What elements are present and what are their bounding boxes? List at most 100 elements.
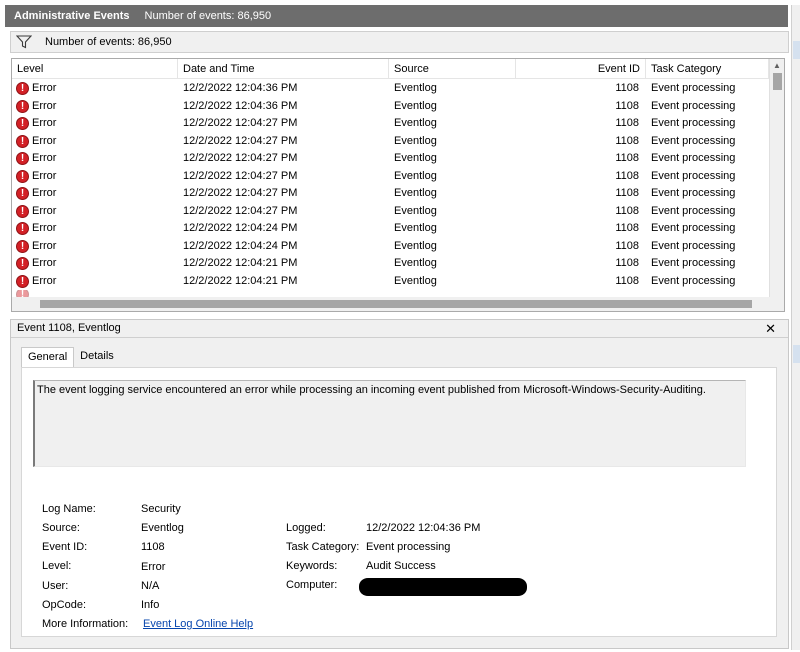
table-row[interactable]: ! Error 12/2/2022 12:04:27 PM Eventlog 1108 E… — [12, 150, 769, 168]
vertical-scroll-thumb[interactable] — [773, 73, 782, 90]
column-header-date[interactable]: Date and Time — [178, 59, 389, 79]
table-row[interactable]: ! Error 12/2/2022 12:04:27 PM Eventlog 1108 E… — [12, 185, 769, 203]
cell-level: ! Error — [12, 80, 178, 98]
cell-event-id-text: 1108 — [615, 134, 639, 147]
actions-pane-header — [793, 345, 800, 363]
column-header-task-category[interactable]: Task Category — [646, 59, 769, 79]
cell-level: ! Error — [12, 220, 178, 238]
scroll-up-icon[interactable]: ▲ — [770, 59, 784, 73]
error-icon: ! — [16, 152, 29, 166]
column-header-event-id[interactable]: Event ID — [516, 59, 646, 79]
cell-event-id: 1108 — [516, 238, 646, 256]
cell-level-text: Error — [32, 204, 57, 217]
cell-level-text: Error — [32, 274, 57, 287]
event-details-pane: Event 1108, Eventlog ✕ General Details T… — [10, 319, 789, 649]
error-icon: ! — [16, 204, 29, 218]
cell-task-category: Event processing — [646, 255, 769, 273]
cell-date-text: 12/2/2022 12:04:27 PM — [183, 152, 298, 164]
cell-task-category: Event processing — [646, 185, 769, 203]
label-opcode: OpCode: — [42, 599, 87, 611]
table-row[interactable]: ! Error 12/2/2022 12:04:21 PM Eventlog 1108 E… — [12, 273, 769, 291]
horizontal-scrollbar[interactable] — [12, 297, 769, 311]
cell-level: ! Error — [12, 238, 178, 256]
table-row[interactable]: ! Error 12/2/2022 12:04:27 PM Eventlog 1108 E… — [12, 115, 769, 133]
details-tabs: General Details — [21, 347, 120, 368]
value-level: Error — [141, 561, 166, 573]
cell-task-category: Event processing — [646, 203, 769, 221]
cell-date-text: 12/2/2022 12:04:36 PM — [183, 99, 298, 112]
column-header-source[interactable]: Source — [389, 59, 516, 79]
funnel-icon[interactable] — [15, 34, 33, 50]
close-icon[interactable]: ✕ — [765, 321, 776, 337]
table-row[interactable]: ! Error 12/2/2022 12:04:36 PM Eventlog 1108 E… — [12, 98, 769, 116]
label-computer: Computer: — [286, 579, 338, 591]
error-icon: ! — [16, 187, 29, 201]
window-title: Administrative Events — [14, 10, 130, 22]
cell-level-text: Error — [32, 152, 57, 164]
cell-source-text: Eventlog — [394, 152, 437, 164]
cell-event-id: 1108 — [516, 273, 646, 291]
cell-source-text: Eventlog — [394, 204, 437, 217]
events-grid[interactable]: Level Date and Time Source Event ID Task… — [11, 58, 785, 312]
error-icon: ! — [16, 117, 29, 131]
cell-source: Eventlog — [389, 220, 516, 238]
cell-task-category-text: Event processing — [651, 187, 736, 199]
error-icon: ! — [16, 134, 29, 148]
cell-task-category: Event processing — [646, 133, 769, 151]
horizontal-scroll-thumb[interactable] — [40, 300, 752, 308]
cell-level: ! Error — [12, 203, 178, 221]
cell-source: Eventlog — [389, 255, 516, 273]
error-icon: ! — [16, 99, 29, 113]
cell-task-category: Event processing — [646, 115, 769, 133]
value-task-category: Event processing — [366, 541, 451, 553]
cell-event-id: 1108 — [516, 185, 646, 203]
table-row[interactable]: ! Error 12/2/2022 12:04:24 PM Eventlog 1108 E… — [12, 220, 769, 238]
cell-task-category-text: Event processing — [651, 204, 736, 217]
table-row[interactable]: ! Error 12/2/2022 12:04:27 PM Eventlog 1108 E… — [12, 133, 769, 151]
value-source: Eventlog — [141, 522, 184, 534]
event-log-online-help-link[interactable]: Event Log Online Help — [143, 618, 253, 630]
cell-level: ! Error — [12, 133, 178, 151]
cell-date-text: 12/2/2022 12:04:27 PM — [183, 204, 298, 217]
cell-source: Eventlog — [389, 98, 516, 116]
cell-source-text: Eventlog — [394, 82, 437, 94]
cell-level: ! Error — [12, 273, 178, 291]
grid-rows: ! Error 12/2/2022 12:04:36 PM Eventlog 1108 E… — [12, 80, 769, 298]
cell-level: ! Error — [12, 98, 178, 116]
cell-task-category-text: Event processing — [651, 99, 736, 112]
cell-event-id-text: 1108 — [615, 239, 639, 252]
cell-event-id: 1108 — [516, 150, 646, 168]
window-title-bar: Administrative Events Number of events: … — [5, 5, 788, 27]
error-icon: ! — [16, 239, 29, 253]
cell-event-id: 1108 — [516, 203, 646, 221]
tab-details[interactable]: Details — [74, 347, 120, 367]
cell-task-category-text: Event processing — [651, 222, 736, 234]
filter-event-count: Number of events: 86,950 — [45, 36, 172, 48]
table-row[interactable]: ! Error 12/2/2022 12:04:24 PM Eventlog 1108 E… — [12, 238, 769, 256]
cell-event-id-text: 1108 — [615, 257, 639, 269]
table-row[interactable]: ! Error 12/2/2022 12:04:27 PM Eventlog 1108 E… — [12, 168, 769, 186]
event-message[interactable]: The event logging service encountered an… — [33, 380, 746, 467]
cell-task-category: Event processing — [646, 168, 769, 186]
cell-source: Eventlog — [389, 238, 516, 256]
cell-level: ! Error — [12, 115, 178, 133]
cell-event-id-text: 1108 — [615, 187, 639, 199]
cell-task-category: Event processing — [646, 80, 769, 98]
cell-source-text: Eventlog — [394, 169, 437, 182]
tab-general[interactable]: General — [21, 347, 75, 368]
table-row[interactable]: ! Error 12/2/2022 12:04:21 PM Eventlog 1108 E… — [12, 255, 769, 273]
vertical-scrollbar[interactable]: ▲ — [769, 59, 784, 297]
cell-event-id: 1108 — [516, 168, 646, 186]
cell-level-text: Error — [32, 222, 57, 234]
cell-level-text: Error — [32, 99, 57, 112]
cell-date: 12/2/2022 12:04:27 PM — [178, 185, 389, 203]
cell-source-text: Eventlog — [394, 239, 437, 252]
table-row[interactable]: ! Error 12/2/2022 12:04:36 PM Eventlog 1108 E… — [12, 80, 769, 98]
cell-task-category-text: Event processing — [651, 169, 736, 182]
cell-source: Eventlog — [389, 133, 516, 151]
value-user: N/A — [141, 580, 160, 592]
column-header-level[interactable]: Level — [12, 59, 178, 79]
cell-level-text: Error — [32, 82, 57, 94]
cell-date: 12/2/2022 12:04:21 PM — [178, 273, 389, 291]
table-row[interactable]: ! Error 12/2/2022 12:04:27 PM Eventlog 1108 E… — [12, 203, 769, 221]
